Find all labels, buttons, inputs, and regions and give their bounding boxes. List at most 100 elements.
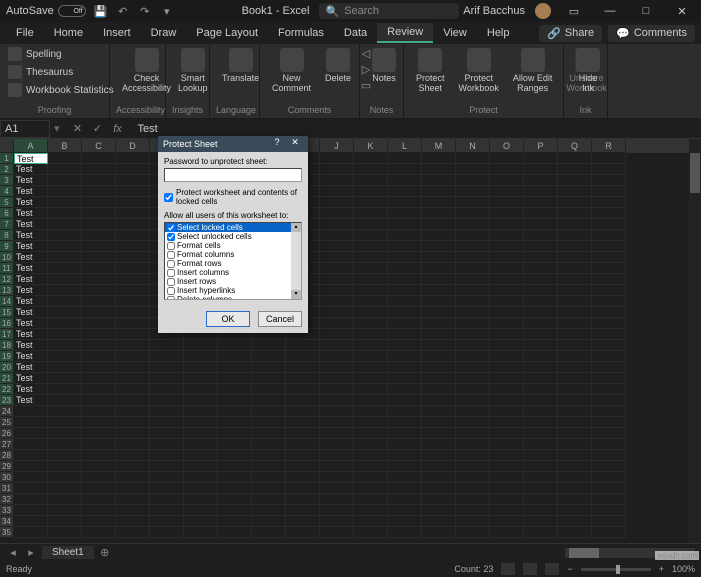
vertical-scrollbar[interactable] (689, 139, 701, 543)
permission-checkbox[interactable] (167, 287, 175, 295)
cell[interactable] (558, 417, 592, 428)
undo-icon[interactable]: ↶ (116, 4, 130, 18)
cell[interactable] (388, 461, 422, 472)
cell[interactable] (218, 384, 252, 395)
select-all-corner[interactable] (0, 139, 14, 153)
cell[interactable] (524, 274, 558, 285)
cell[interactable] (592, 483, 626, 494)
cell[interactable] (218, 439, 252, 450)
cell[interactable] (490, 450, 524, 461)
cell[interactable] (592, 472, 626, 483)
cell[interactable] (354, 450, 388, 461)
cell[interactable] (456, 340, 490, 351)
cell[interactable] (354, 494, 388, 505)
autosave-toggle[interactable]: AutoSave Off (6, 5, 86, 17)
cell[interactable] (116, 307, 150, 318)
permission-checkbox[interactable] (167, 233, 175, 241)
cell[interactable] (388, 472, 422, 483)
cell[interactable] (456, 263, 490, 274)
cell[interactable] (320, 252, 354, 263)
cell[interactable] (116, 494, 150, 505)
cell[interactable] (218, 472, 252, 483)
cell[interactable] (48, 439, 82, 450)
formula-bar[interactable]: Test (132, 123, 701, 135)
cell[interactable] (150, 428, 184, 439)
permission-checkbox[interactable] (167, 269, 175, 277)
minimize-icon[interactable]: — (597, 2, 623, 20)
cell[interactable] (524, 307, 558, 318)
cell[interactable] (558, 527, 592, 538)
cell[interactable] (456, 351, 490, 362)
cell[interactable] (490, 373, 524, 384)
cell[interactable] (320, 241, 354, 252)
cell[interactable] (524, 483, 558, 494)
cell[interactable] (490, 296, 524, 307)
cell[interactable] (354, 516, 388, 527)
cell[interactable] (184, 362, 218, 373)
permission-option[interactable]: Insert hyperlinks (165, 286, 301, 295)
cell[interactable] (524, 362, 558, 373)
cell[interactable] (286, 417, 320, 428)
cell[interactable] (592, 428, 626, 439)
sheet-nav-prev-icon[interactable]: ◂ (6, 546, 20, 559)
cell[interactable] (116, 318, 150, 329)
cell[interactable] (558, 285, 592, 296)
cell[interactable] (184, 494, 218, 505)
cell[interactable] (524, 428, 558, 439)
row-header[interactable]: 24 (0, 406, 14, 417)
cell[interactable] (116, 428, 150, 439)
cell[interactable] (354, 263, 388, 274)
cell[interactable] (286, 450, 320, 461)
cell[interactable] (252, 483, 286, 494)
cell[interactable] (48, 373, 82, 384)
cell[interactable] (320, 395, 354, 406)
cell[interactable] (388, 483, 422, 494)
cell[interactable] (218, 450, 252, 461)
cell[interactable] (354, 417, 388, 428)
cell[interactable] (490, 406, 524, 417)
cell[interactable] (388, 252, 422, 263)
maximize-icon[interactable]: □ (633, 2, 659, 20)
cell[interactable] (48, 230, 82, 241)
row-header[interactable]: 20 (0, 362, 14, 373)
cell[interactable] (524, 406, 558, 417)
cell[interactable] (558, 351, 592, 362)
cell[interactable] (116, 406, 150, 417)
cell[interactable] (48, 329, 82, 340)
cell[interactable] (82, 461, 116, 472)
cell[interactable] (422, 494, 456, 505)
cell[interactable] (558, 318, 592, 329)
cell[interactable] (558, 186, 592, 197)
cell[interactable] (354, 230, 388, 241)
thesaurus-button[interactable]: Thesaurus (6, 64, 116, 80)
cell[interactable] (286, 527, 320, 538)
cell[interactable] (558, 252, 592, 263)
cell[interactable] (116, 395, 150, 406)
cell[interactable] (592, 307, 626, 318)
cell[interactable] (456, 516, 490, 527)
cell[interactable] (422, 175, 456, 186)
cell[interactable]: Test (14, 296, 48, 307)
cell[interactable] (320, 219, 354, 230)
cell[interactable] (82, 527, 116, 538)
cell[interactable] (150, 340, 184, 351)
cell[interactable] (320, 263, 354, 274)
tab-data[interactable]: Data (334, 24, 377, 42)
row-header[interactable]: 25 (0, 417, 14, 428)
cell[interactable] (320, 417, 354, 428)
cell[interactable] (116, 296, 150, 307)
cell[interactable] (524, 351, 558, 362)
cell[interactable] (490, 263, 524, 274)
cell[interactable] (388, 450, 422, 461)
cell[interactable] (456, 483, 490, 494)
cell[interactable] (82, 450, 116, 461)
cell[interactable] (354, 461, 388, 472)
cell[interactable] (592, 329, 626, 340)
cell[interactable] (320, 197, 354, 208)
cell[interactable] (48, 175, 82, 186)
cell[interactable]: Test (14, 362, 48, 373)
cell[interactable] (82, 285, 116, 296)
cell[interactable] (48, 527, 82, 538)
cell[interactable] (524, 450, 558, 461)
cell[interactable] (320, 285, 354, 296)
